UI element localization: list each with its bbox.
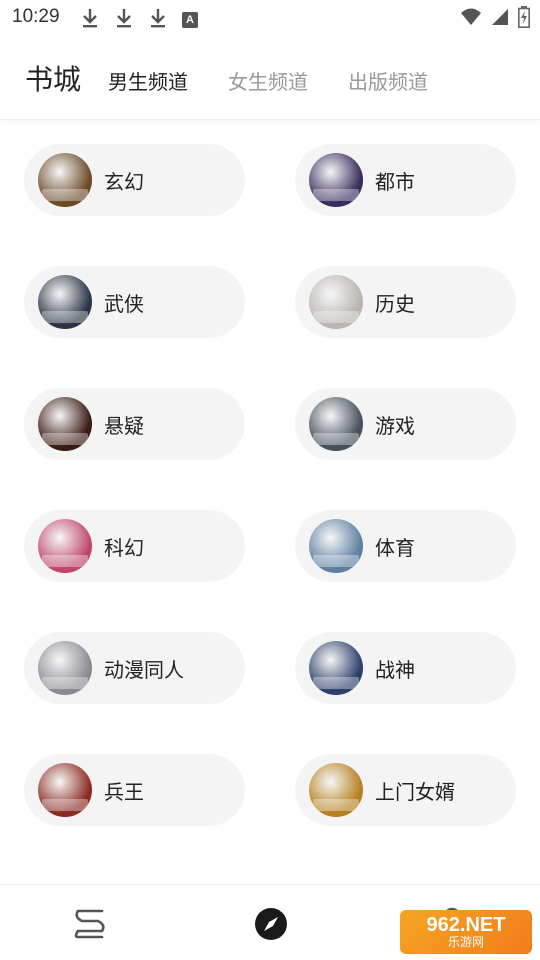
compass-icon[interactable]	[254, 907, 288, 945]
category-item[interactable]: 体育	[295, 510, 516, 582]
status-time: 10:29	[12, 6, 60, 27]
category-label: 悬疑	[104, 413, 144, 438]
book-cover-thumbnail	[309, 763, 363, 817]
category-item[interactable]: 动漫同人	[24, 632, 245, 704]
category-item[interactable]: 科幻	[24, 510, 245, 582]
category-label: 上门女婿	[375, 779, 455, 804]
category-item[interactable]: 游戏	[295, 388, 516, 460]
system-icons	[460, 6, 530, 32]
app-header: 书城 男生频道 女生频道 出版频道	[0, 36, 540, 120]
watermark-logo: 962.NET 乐游网	[400, 910, 532, 954]
category-label: 游戏	[375, 413, 415, 438]
category-label: 武侠	[104, 291, 144, 316]
category-item[interactable]: 玄幻	[24, 144, 245, 216]
book-cover-thumbnail	[38, 153, 92, 207]
watermark-top-text: 962.NET	[426, 914, 506, 936]
status-bar: 10:29 A	[0, 0, 540, 36]
tab-publishing-channel[interactable]: 出版频道	[348, 66, 428, 95]
page-title: 书城	[25, 63, 82, 96]
book-cover-thumbnail	[38, 641, 92, 695]
category-item[interactable]: 战神	[295, 632, 516, 704]
category-item[interactable]: 兵王	[24, 754, 245, 826]
book-cover-thumbnail	[309, 397, 363, 451]
category-label: 历史	[375, 291, 415, 316]
a-icon: A	[182, 11, 198, 28]
book-cover-thumbnail	[309, 641, 363, 695]
category-item[interactable]: 悬疑	[24, 388, 245, 460]
category-label: 战神	[375, 657, 415, 682]
book-cover-thumbnail	[38, 397, 92, 451]
category-item[interactable]: 都市	[295, 144, 516, 216]
category-item[interactable]: 上门女婿	[295, 754, 516, 826]
book-cover-thumbnail	[309, 519, 363, 573]
tab-male-channel[interactable]: 男生频道	[108, 66, 188, 95]
download-icon	[148, 7, 168, 29]
category-label: 都市	[375, 169, 415, 194]
battery-charging-icon	[518, 6, 530, 32]
cellular-signal-icon	[490, 7, 510, 31]
category-item[interactable]: 武侠	[24, 266, 245, 338]
book-cover-thumbnail	[38, 275, 92, 329]
book-cover-thumbnail	[38, 763, 92, 817]
category-label: 科幻	[104, 535, 144, 560]
notification-icons: A	[80, 7, 198, 29]
category-label: 兵王	[104, 779, 144, 804]
category-label: 体育	[375, 535, 415, 560]
bookshelf-icon[interactable]	[72, 907, 108, 945]
category-label: 玄幻	[104, 169, 144, 194]
tab-female-channel[interactable]: 女生频道	[228, 66, 308, 95]
download-icon	[80, 7, 100, 29]
category-grid: 玄幻 都市 武侠 历史 悬疑 游戏 科幻 体育 动漫同人 战神 兵王 上门女婿	[0, 120, 540, 884]
wifi-icon	[460, 7, 482, 31]
book-cover-thumbnail	[309, 153, 363, 207]
book-cover-thumbnail	[38, 519, 92, 573]
category-item[interactable]: 历史	[295, 266, 516, 338]
book-cover-thumbnail	[309, 275, 363, 329]
download-icon	[114, 7, 134, 29]
watermark-bottom-text: 乐游网	[447, 935, 484, 949]
category-label: 动漫同人	[104, 657, 184, 682]
